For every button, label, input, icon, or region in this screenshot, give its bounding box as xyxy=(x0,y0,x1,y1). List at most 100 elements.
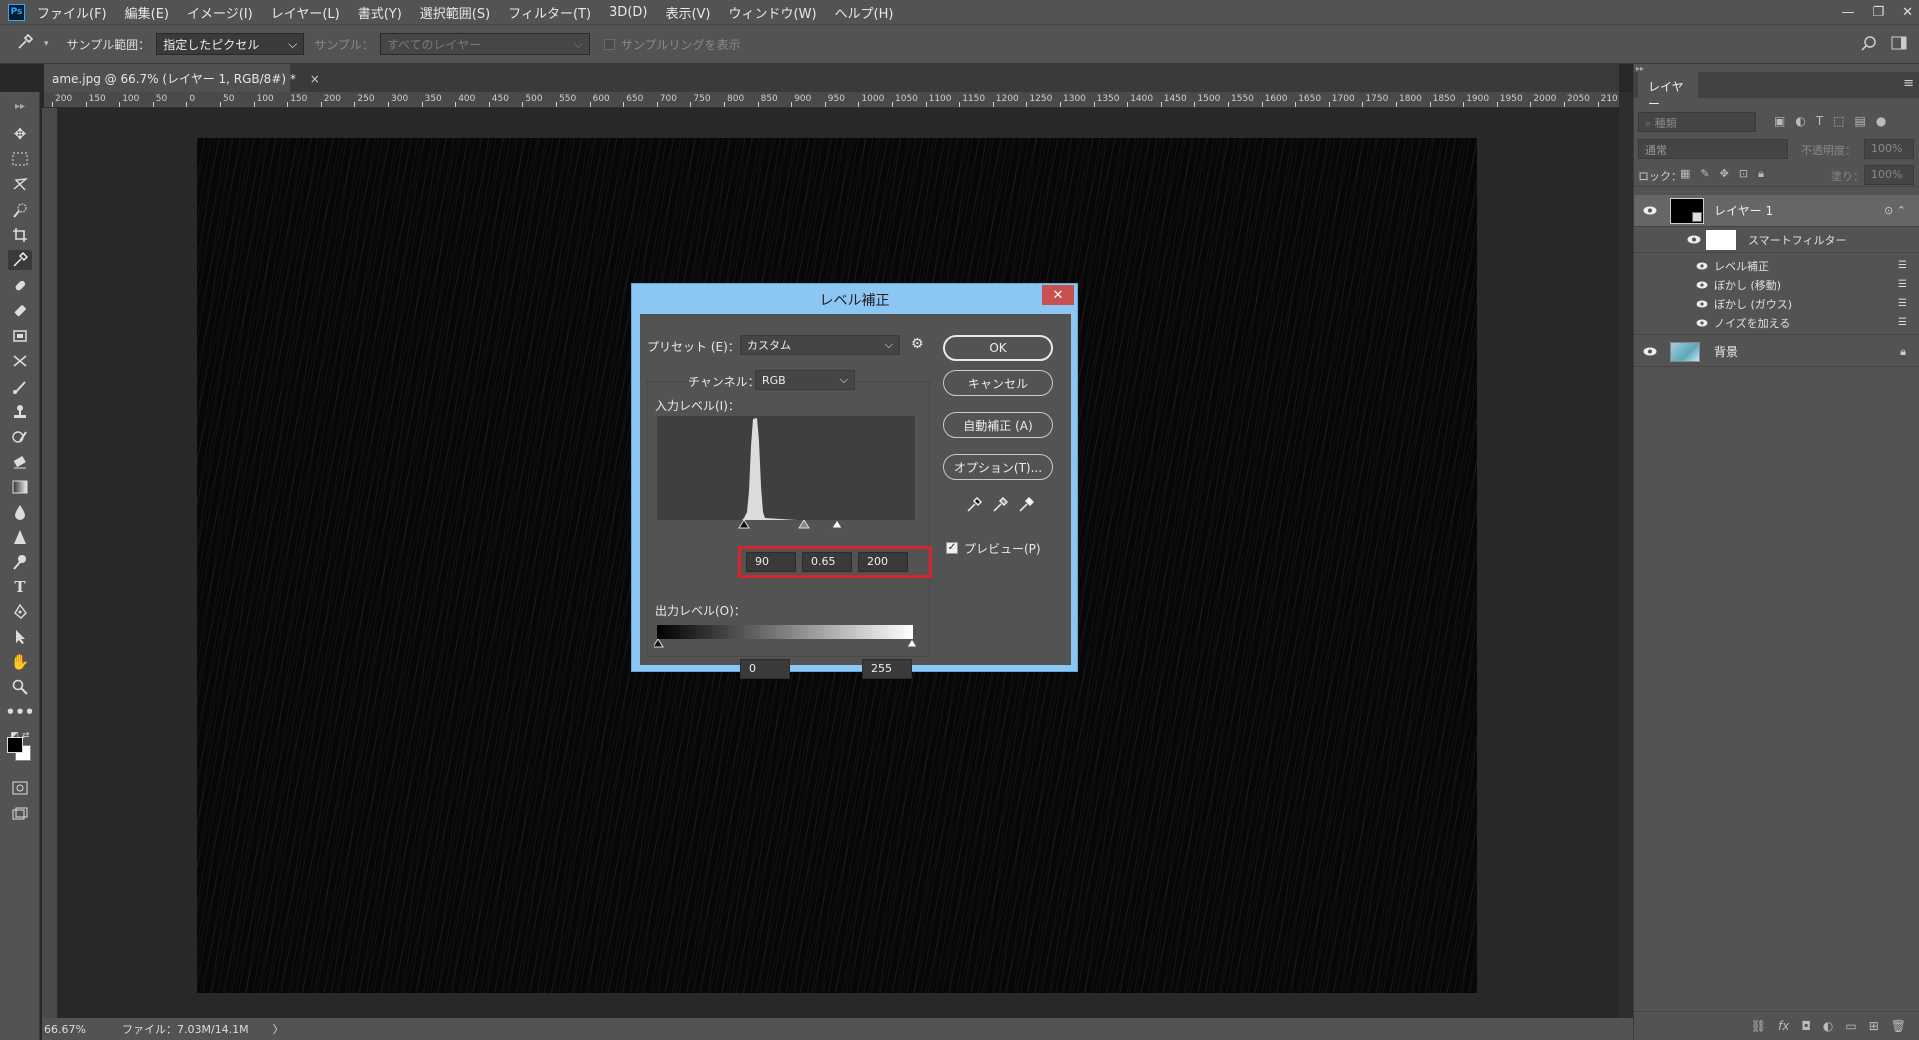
pen-tool-icon[interactable] xyxy=(8,602,32,622)
stamp-tool-icon[interactable] xyxy=(8,326,32,346)
input-slider-track[interactable] xyxy=(657,520,915,532)
tab-close-icon[interactable]: × xyxy=(310,72,320,86)
new-group-icon[interactable]: ▭ xyxy=(1845,1019,1856,1033)
lasso-tool-icon[interactable] xyxy=(8,174,32,194)
lock-position-icon[interactable]: ✥ xyxy=(1720,167,1729,181)
healing-brush-tool-icon[interactable] xyxy=(8,276,32,296)
zoom-level[interactable]: 66.67% xyxy=(44,1023,102,1036)
type-filter-icon[interactable]: T xyxy=(1816,114,1823,128)
marquee-tool-icon[interactable] xyxy=(8,149,32,169)
screen-mode-icon[interactable] xyxy=(8,804,32,824)
brush-tool-icon[interactable] xyxy=(8,301,32,321)
lock-all-icon[interactable]: 🔒︎ xyxy=(1758,167,1764,181)
move-tool-icon[interactable]: ✥ xyxy=(8,124,32,144)
sample-size-select[interactable]: 指定したピクセル ⌵ xyxy=(156,33,305,55)
brush-icon[interactable] xyxy=(8,377,32,397)
panel-menu-icon[interactable]: ≡ xyxy=(1903,76,1914,91)
filter-row-levels[interactable]: レベル補正 xyxy=(1694,256,1769,275)
layer-row-background[interactable]: 背景 🔒︎ xyxy=(1634,337,1919,367)
hand-tool-icon[interactable]: ✋ xyxy=(8,652,32,672)
art-history-brush-icon[interactable] xyxy=(8,427,32,447)
filter-options-icon[interactable]: ☰ xyxy=(1898,298,1907,309)
layer-row-layer1[interactable]: レイヤー 1 ⊙ ⌃ xyxy=(1634,195,1919,227)
layer-style-icon[interactable]: fx xyxy=(1778,1019,1789,1033)
fill-field[interactable]: 100% xyxy=(1864,165,1914,185)
clone-stamp-icon[interactable] xyxy=(8,402,32,422)
menu-filter[interactable]: フィルター(T) xyxy=(508,3,591,22)
quick-select-tool-icon[interactable] xyxy=(8,200,32,220)
zoom-tool-icon[interactable] xyxy=(8,677,32,697)
visibility-eye-icon[interactable] xyxy=(1642,206,1658,216)
visibility-eye-icon[interactable] xyxy=(1642,347,1658,357)
adjustment-layer-icon[interactable]: ◐ xyxy=(1823,1019,1833,1033)
lock-artboard-icon[interactable]: ⊡ xyxy=(1739,167,1748,181)
blend-mode-select[interactable]: 通常 xyxy=(1638,139,1788,159)
visibility-eye-icon[interactable] xyxy=(1686,235,1702,245)
channel-select[interactable]: RGB ⌵ xyxy=(755,370,855,390)
lock-pixels-icon[interactable]: ✎ xyxy=(1700,167,1709,181)
crop-tool-icon[interactable] xyxy=(8,225,32,245)
menu-layer[interactable]: レイヤー(L) xyxy=(271,3,340,22)
quick-mask-icon[interactable] xyxy=(8,778,32,798)
gradient-tool-icon[interactable] xyxy=(8,477,32,497)
filter-row-motion-blur[interactable]: ぼかし (移動) xyxy=(1694,275,1781,294)
menu-file[interactable]: ファイル(F) xyxy=(37,3,107,22)
visibility-eye-icon[interactable] xyxy=(1694,280,1710,290)
menu-3d[interactable]: 3D(D) xyxy=(609,5,647,20)
filter-options-icon[interactable]: ☰ xyxy=(1898,260,1907,271)
more-tools-icon[interactable]: ••• xyxy=(6,702,35,722)
menu-image[interactable]: イメージ(I) xyxy=(187,3,253,22)
output-black-field[interactable]: 0 xyxy=(740,659,790,679)
output-slider-track[interactable] xyxy=(654,639,916,651)
smart-object-filter-icon[interactable]: ▤ xyxy=(1855,114,1866,128)
gray-point-eyedropper-icon[interactable] xyxy=(992,497,1008,513)
layer-kind-filter[interactable]: ⌕ 種類 xyxy=(1638,112,1756,132)
white-point-eyedropper-icon[interactable] xyxy=(1018,497,1034,513)
foreground-color-swatch[interactable] xyxy=(7,737,23,753)
filter-row-add-noise[interactable]: ノイズを加える xyxy=(1694,313,1790,332)
dialog-close-icon[interactable]: ✕ xyxy=(1042,285,1074,305)
eraser-tool-icon[interactable] xyxy=(8,452,32,472)
visibility-eye-icon[interactable] xyxy=(1694,318,1710,328)
filter-options-icon[interactable]: ☰ xyxy=(1898,317,1907,328)
menu-help[interactable]: ヘルプ(H) xyxy=(835,3,894,22)
vertical-scrollbar[interactable] xyxy=(1619,92,1633,1018)
menu-select[interactable]: 選択範囲(S) xyxy=(420,3,490,22)
dodge-tool-icon[interactable] xyxy=(8,552,32,572)
chevron-down-icon[interactable]: ▾ xyxy=(44,39,49,49)
visibility-eye-icon[interactable] xyxy=(1694,299,1710,309)
background-layer-name[interactable]: 背景 xyxy=(1714,343,1738,360)
pixel-filter-icon[interactable]: ▣ xyxy=(1774,114,1785,128)
opacity-field[interactable]: 100% xyxy=(1864,139,1914,159)
black-point-eyedropper-icon[interactable] xyxy=(966,497,982,513)
filter-toggle-icon[interactable]: ● xyxy=(1876,114,1886,128)
minimize-icon[interactable]: — xyxy=(1841,5,1854,20)
menu-edit[interactable]: 編集(E) xyxy=(125,3,169,22)
document-tab[interactable]: ame.jpg @ 66.7% (レイヤー 1, RGB/8#) * × xyxy=(44,64,320,92)
tab-layers[interactable]: レイヤー xyxy=(1638,72,1698,111)
preset-gear-icon[interactable]: ⚙ xyxy=(911,336,924,352)
auto-button[interactable]: 自動補正 (A) xyxy=(943,412,1053,438)
shape-filter-icon[interactable]: ⬚ xyxy=(1833,114,1844,128)
cancel-button[interactable]: キャンセル xyxy=(943,370,1053,396)
history-brush-tool-icon[interactable] xyxy=(8,351,32,371)
restore-icon[interactable]: ❐ xyxy=(1872,5,1884,20)
preset-select[interactable]: カスタム ⌵ xyxy=(740,335,900,355)
link-layers-icon[interactable]: ⛓ xyxy=(1751,1019,1766,1033)
status-arrow-icon[interactable]: 〉 xyxy=(273,1021,284,1037)
collapse-arrows-icon[interactable]: ▸▸ xyxy=(8,96,32,116)
menu-view[interactable]: 表示(V) xyxy=(665,3,710,22)
smart-filter-row[interactable]: スマートフィルター xyxy=(1634,227,1919,253)
options-button[interactable]: オプション(T)... xyxy=(943,454,1053,480)
workspace-icon[interactable] xyxy=(1891,36,1907,53)
filter-options-icon[interactable]: ☰ xyxy=(1898,279,1907,290)
new-layer-icon[interactable]: ⊞ xyxy=(1869,1019,1879,1033)
window-close-icon[interactable]: ✕ xyxy=(1902,5,1913,20)
layer1-name[interactable]: レイヤー 1 xyxy=(1714,202,1773,219)
menu-window[interactable]: ウィンドウ(W) xyxy=(729,3,817,22)
sharpen-tool-icon[interactable] xyxy=(8,527,32,547)
menu-type[interactable]: 書式(Y) xyxy=(358,3,402,22)
path-select-tool-icon[interactable] xyxy=(8,627,32,647)
lock-transparent-icon[interactable]: ▦ xyxy=(1680,167,1690,181)
ok-button[interactable]: OK xyxy=(943,335,1053,361)
